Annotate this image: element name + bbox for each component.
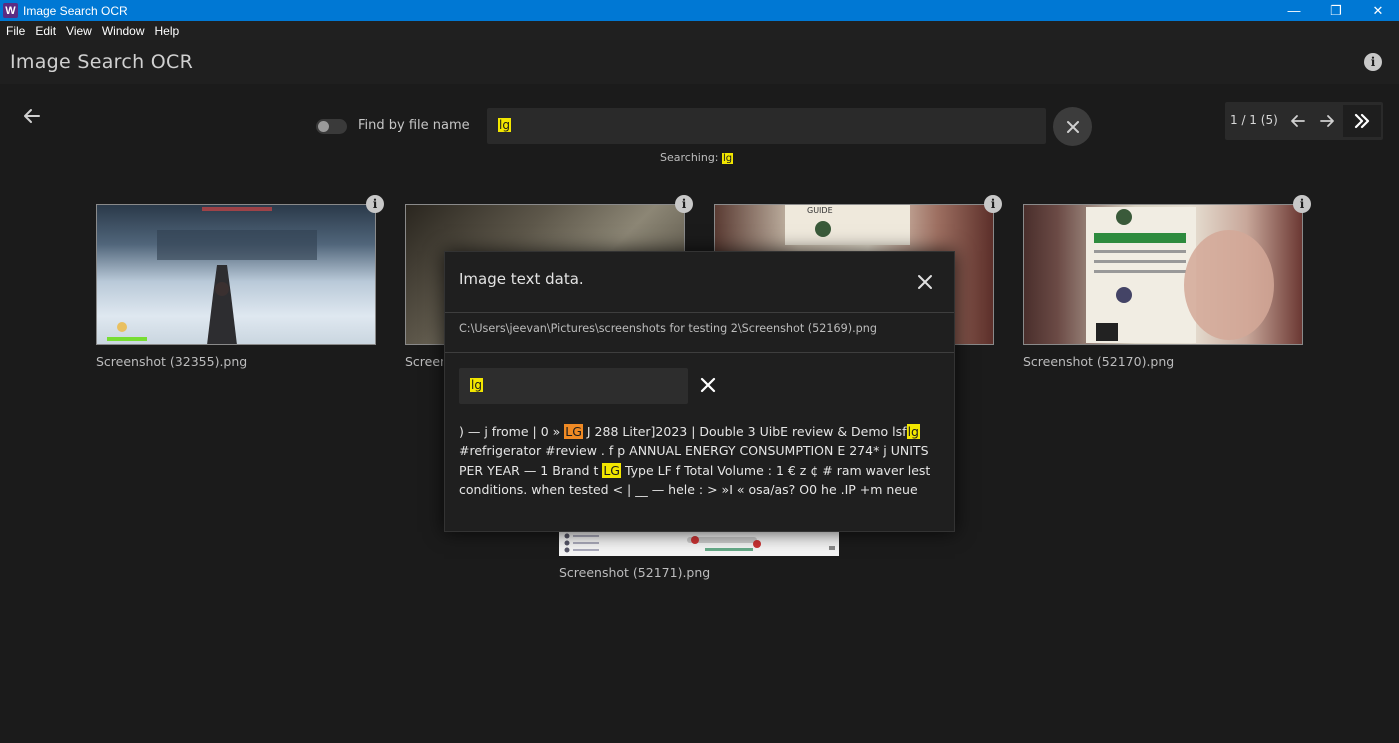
page-title: Image Search OCR: [10, 51, 194, 73]
card-info-icon[interactable]: i: [675, 195, 693, 213]
window-title: Image Search OCR: [23, 3, 128, 18]
clear-search-button[interactable]: [1053, 107, 1092, 146]
search-value: lg: [498, 118, 511, 132]
searching-term: lg: [722, 153, 734, 164]
ocr-segment: ) — j frome | 0 »: [459, 424, 565, 439]
find-by-filename-label: Find by file name: [358, 118, 470, 133]
app-info-icon[interactable]: i: [1364, 53, 1382, 71]
double-chevron-right-icon: [1354, 113, 1370, 129]
result-filename: Screenshot (52171).png: [559, 565, 711, 580]
searching-status: Searching: lg: [660, 151, 734, 164]
card-info-icon[interactable]: i: [366, 195, 384, 213]
previous-page-button[interactable]: [1288, 111, 1308, 131]
arrow-right-icon: [1320, 115, 1334, 127]
last-page-button[interactable]: [1343, 105, 1381, 137]
dialog-divider: [445, 312, 954, 313]
ocr-segment: J 288 Liter]2023 | Double 3 UibE review …: [582, 424, 907, 439]
toggle-knob: [318, 121, 329, 132]
restore-button[interactable]: ❐: [1315, 0, 1357, 21]
menu-bar: File Edit View Window Help: [0, 21, 1399, 40]
app-header: Image Search OCR i: [0, 40, 1399, 84]
menu-edit[interactable]: Edit: [35, 24, 56, 38]
image-file-path: C:\Users\jeevan\Pictures\screenshots for…: [459, 322, 877, 335]
ocr-match-current: LG: [564, 424, 583, 439]
dialog-find-input[interactable]: lg: [459, 368, 688, 404]
result-filename: Screenshot (32355).png: [96, 354, 248, 369]
svg-text:GUIDE: GUIDE: [807, 206, 833, 215]
close-window-button[interactable]: ✕: [1357, 0, 1399, 21]
card-info-icon[interactable]: i: [984, 195, 1002, 213]
window-titlebar: W Image Search OCR — ❐ ✕: [0, 0, 1399, 21]
menu-view[interactable]: View: [66, 24, 92, 38]
result-filename: Screenshot (52169).png: [405, 354, 443, 369]
menu-window[interactable]: Window: [102, 24, 145, 38]
window-controls: — ❐ ✕: [1273, 0, 1399, 21]
thumbnail-image: [564, 533, 835, 553]
search-input[interactable]: lg: [487, 108, 1046, 144]
next-page-button[interactable]: [1317, 111, 1337, 131]
searching-label: Searching:: [660, 151, 719, 164]
page-count: 1 / 1 (5): [1230, 113, 1278, 127]
find-by-filename-toggle[interactable]: [316, 119, 347, 134]
menu-help[interactable]: Help: [155, 24, 180, 38]
minimize-button[interactable]: —: [1273, 0, 1315, 21]
ocr-text: ) — j frome | 0 » LG J 288 Liter]2023 | …: [459, 422, 939, 500]
ocr-match: LG: [602, 462, 621, 478]
dialog-find-value: lg: [470, 378, 483, 392]
thumbnail-image: [1086, 207, 1274, 343]
thumbnail-image: [107, 207, 317, 344]
ocr-match: lg: [906, 424, 920, 439]
card-info-icon[interactable]: i: [1293, 195, 1311, 213]
image-text-dialog: Image text data. C:\Users\jeevan\Picture…: [444, 251, 955, 532]
result-thumbnail[interactable]: [1023, 204, 1303, 345]
result-filename: Screenshot (52170).png: [1023, 354, 1175, 369]
result-thumbnail[interactable]: [559, 530, 839, 556]
app-icon: W: [3, 3, 18, 18]
back-arrow-icon[interactable]: [22, 106, 42, 126]
result-thumbnail[interactable]: [96, 204, 376, 345]
dialog-divider: [445, 352, 954, 353]
dialog-title: Image text data.: [459, 270, 584, 288]
clear-find-icon[interactable]: [699, 376, 717, 394]
menu-file[interactable]: File: [6, 24, 25, 38]
dialog-close-icon[interactable]: [915, 272, 935, 292]
close-icon: [1066, 120, 1079, 133]
result-pager: 1 / 1 (5): [1225, 102, 1383, 140]
arrow-left-icon: [1291, 115, 1305, 127]
